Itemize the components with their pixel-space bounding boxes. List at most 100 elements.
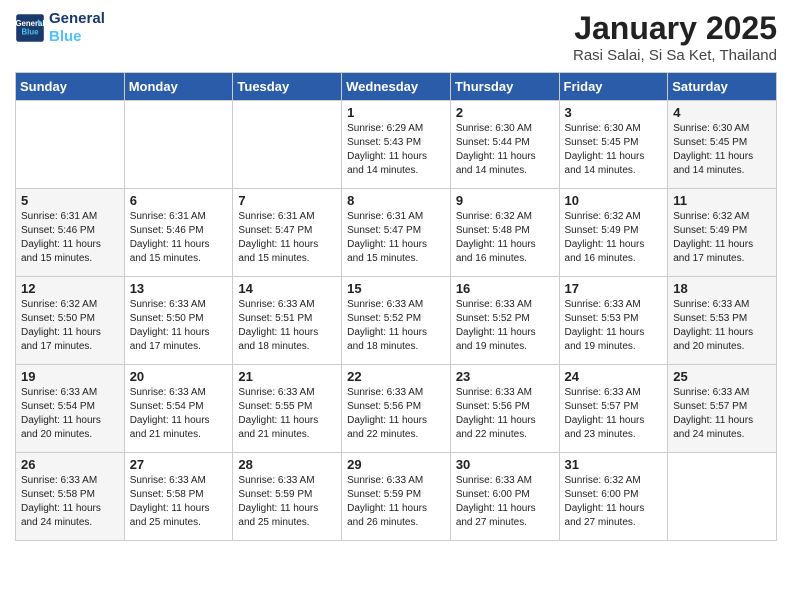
calendar-week-row: 12 Sunrise: 6:32 AM Sunset: 5:50 PM Dayli…	[16, 277, 777, 365]
day-info: Sunrise: 6:29 AM Sunset: 5:43 PM Dayligh…	[347, 122, 445, 178]
day-info: Sunrise: 6:33 AM Sunset: 5:56 PM Dayligh…	[456, 386, 554, 442]
day-number: 10	[565, 193, 663, 208]
calendar-cell: 21 Sunrise: 6:33 AM Sunset: 5:55 PM Dayli…	[233, 365, 342, 453]
calendar-cell: 24 Sunrise: 6:33 AM Sunset: 5:57 PM Dayli…	[559, 365, 668, 453]
calendar-cell: 9Sunrise: 6:32 AM Sunset: 5:48 PM Daylig…	[450, 189, 559, 277]
calendar-cell	[668, 453, 777, 541]
calendar-cell: 31Sunrise: 6:32 AM Sunset: 6:00 PM Dayli…	[559, 453, 668, 541]
calendar-cell	[233, 101, 342, 189]
day-number: 2	[456, 105, 554, 120]
day-number: 26	[21, 457, 119, 472]
weekday-header-row: SundayMondayTuesdayWednesdayThursdayFrid…	[16, 73, 777, 101]
day-number: 25	[673, 369, 771, 384]
day-number: 31	[565, 457, 663, 472]
day-number: 9	[456, 193, 554, 208]
calendar-cell: 1 Sunrise: 6:29 AM Sunset: 5:43 PM Daylig…	[342, 101, 451, 189]
title-area: January 2025 Rasi Salai, Si Sa Ket, Thai…	[573, 10, 777, 64]
calendar-cell: 29 Sunrise: 6:33 AM Sunset: 5:59 PM Dayli…	[342, 453, 451, 541]
day-info: Sunrise: 6:32 AM Sunset: 5:49 PM Dayligh…	[565, 210, 663, 266]
calendar-cell: 20Sunrise: 6:33 AM Sunset: 5:54 PM Dayli…	[124, 365, 233, 453]
calendar-cell: 27 Sunrise: 6:33 AM Sunset: 5:58 PM Dayli…	[124, 453, 233, 541]
day-info: Sunrise: 6:31 AM Sunset: 5:46 PM Dayligh…	[21, 210, 119, 266]
calendar-cell: 25 Sunrise: 6:33 AM Sunset: 5:57 PM Dayli…	[668, 365, 777, 453]
day-info: Sunrise: 6:30 AM Sunset: 5:45 PM Dayligh…	[673, 122, 771, 178]
calendar-week-row: 19 Sunrise: 6:33 AM Sunset: 5:54 PM Dayli…	[16, 365, 777, 453]
day-info: Sunrise: 6:33 AM Sunset: 5:59 PM Dayligh…	[347, 474, 445, 530]
day-number: 3	[565, 105, 663, 120]
logo-icon: General Blue	[15, 13, 45, 43]
calendar-cell: 6 Sunrise: 6:31 AM Sunset: 5:46 PM Daylig…	[124, 189, 233, 277]
day-info: Sunrise: 6:31 AM Sunset: 5:46 PM Dayligh…	[130, 210, 228, 266]
day-info: Sunrise: 6:30 AM Sunset: 5:44 PM Dayligh…	[456, 122, 554, 178]
logo-blue: Blue	[49, 28, 105, 46]
day-info: Sunrise: 6:33 AM Sunset: 5:50 PM Dayligh…	[130, 298, 228, 354]
day-info: Sunrise: 6:33 AM Sunset: 5:52 PM Dayligh…	[456, 298, 554, 354]
day-info: Sunrise: 6:33 AM Sunset: 5:52 PM Dayligh…	[347, 298, 445, 354]
month-title: January 2025	[573, 10, 777, 47]
logo-general: General	[49, 10, 105, 28]
day-number: 5	[21, 193, 119, 208]
day-info: Sunrise: 6:30 AM Sunset: 5:45 PM Dayligh…	[565, 122, 663, 178]
calendar-week-row: 26 Sunrise: 6:33 AM Sunset: 5:58 PM Dayli…	[16, 453, 777, 541]
calendar-cell: 17Sunrise: 6:33 AM Sunset: 5:53 PM Dayli…	[559, 277, 668, 365]
calendar-cell: 10 Sunrise: 6:32 AM Sunset: 5:49 PM Dayli…	[559, 189, 668, 277]
day-number: 1	[347, 105, 445, 120]
day-info: Sunrise: 6:31 AM Sunset: 5:47 PM Dayligh…	[347, 210, 445, 266]
day-info: Sunrise: 6:33 AM Sunset: 5:53 PM Dayligh…	[565, 298, 663, 354]
calendar-cell: 18Sunrise: 6:33 AM Sunset: 5:53 PM Dayli…	[668, 277, 777, 365]
day-number: 21	[238, 369, 336, 384]
day-number: 30	[456, 457, 554, 472]
day-number: 20	[130, 369, 228, 384]
calendar-week-row: 5 Sunrise: 6:31 AM Sunset: 5:46 PM Daylig…	[16, 189, 777, 277]
calendar-cell: 19 Sunrise: 6:33 AM Sunset: 5:54 PM Dayli…	[16, 365, 125, 453]
weekday-header: Monday	[124, 73, 233, 101]
day-info: Sunrise: 6:33 AM Sunset: 5:55 PM Dayligh…	[238, 386, 336, 442]
header: General Blue General Blue January 2025 R…	[15, 10, 777, 64]
day-info: Sunrise: 6:33 AM Sunset: 5:58 PM Dayligh…	[130, 474, 228, 530]
calendar-cell: 8 Sunrise: 6:31 AM Sunset: 5:47 PM Daylig…	[342, 189, 451, 277]
day-info: Sunrise: 6:32 AM Sunset: 5:50 PM Dayligh…	[21, 298, 119, 354]
weekday-header: Wednesday	[342, 73, 451, 101]
day-number: 27	[130, 457, 228, 472]
calendar-cell: 22Sunrise: 6:33 AM Sunset: 5:56 PM Dayli…	[342, 365, 451, 453]
day-info: Sunrise: 6:31 AM Sunset: 5:47 PM Dayligh…	[238, 210, 336, 266]
day-info: Sunrise: 6:33 AM Sunset: 5:57 PM Dayligh…	[673, 386, 771, 442]
calendar-cell: 28 Sunrise: 6:33 AM Sunset: 5:59 PM Dayli…	[233, 453, 342, 541]
day-number: 4	[673, 105, 771, 120]
location-title: Rasi Salai, Si Sa Ket, Thailand	[573, 47, 777, 64]
day-number: 8	[347, 193, 445, 208]
day-number: 29	[347, 457, 445, 472]
day-info: Sunrise: 6:33 AM Sunset: 6:00 PM Dayligh…	[456, 474, 554, 530]
calendar-cell: 5 Sunrise: 6:31 AM Sunset: 5:46 PM Daylig…	[16, 189, 125, 277]
day-info: Sunrise: 6:33 AM Sunset: 5:54 PM Dayligh…	[21, 386, 119, 442]
calendar: SundayMondayTuesdayWednesdayThursdayFrid…	[15, 72, 777, 541]
day-number: 12	[21, 281, 119, 296]
day-info: Sunrise: 6:33 AM Sunset: 5:57 PM Dayligh…	[565, 386, 663, 442]
weekday-header: Friday	[559, 73, 668, 101]
day-number: 15	[347, 281, 445, 296]
weekday-header: Saturday	[668, 73, 777, 101]
calendar-cell: 15 Sunrise: 6:33 AM Sunset: 5:52 PM Dayli…	[342, 277, 451, 365]
calendar-cell: 23Sunrise: 6:33 AM Sunset: 5:56 PM Dayli…	[450, 365, 559, 453]
day-number: 6	[130, 193, 228, 208]
weekday-header: Tuesday	[233, 73, 342, 101]
day-number: 24	[565, 369, 663, 384]
day-info: Sunrise: 6:33 AM Sunset: 5:58 PM Dayligh…	[21, 474, 119, 530]
calendar-cell: 12 Sunrise: 6:32 AM Sunset: 5:50 PM Dayli…	[16, 277, 125, 365]
logo: General Blue General Blue	[15, 10, 105, 46]
day-info: Sunrise: 6:33 AM Sunset: 5:56 PM Dayligh…	[347, 386, 445, 442]
day-number: 28	[238, 457, 336, 472]
calendar-cell: 3 Sunrise: 6:30 AM Sunset: 5:45 PM Daylig…	[559, 101, 668, 189]
day-info: Sunrise: 6:32 AM Sunset: 5:49 PM Dayligh…	[673, 210, 771, 266]
day-info: Sunrise: 6:33 AM Sunset: 5:59 PM Dayligh…	[238, 474, 336, 530]
calendar-cell: 7Sunrise: 6:31 AM Sunset: 5:47 PM Daylig…	[233, 189, 342, 277]
day-number: 19	[21, 369, 119, 384]
day-number: 18	[673, 281, 771, 296]
weekday-header: Sunday	[16, 73, 125, 101]
day-info: Sunrise: 6:33 AM Sunset: 5:51 PM Dayligh…	[238, 298, 336, 354]
day-number: 16	[456, 281, 554, 296]
day-number: 14	[238, 281, 336, 296]
calendar-cell: 11Sunrise: 6:32 AM Sunset: 5:49 PM Dayli…	[668, 189, 777, 277]
calendar-cell: 14 Sunrise: 6:33 AM Sunset: 5:51 PM Dayli…	[233, 277, 342, 365]
calendar-cell: 4 Sunrise: 6:30 AM Sunset: 5:45 PM Daylig…	[668, 101, 777, 189]
